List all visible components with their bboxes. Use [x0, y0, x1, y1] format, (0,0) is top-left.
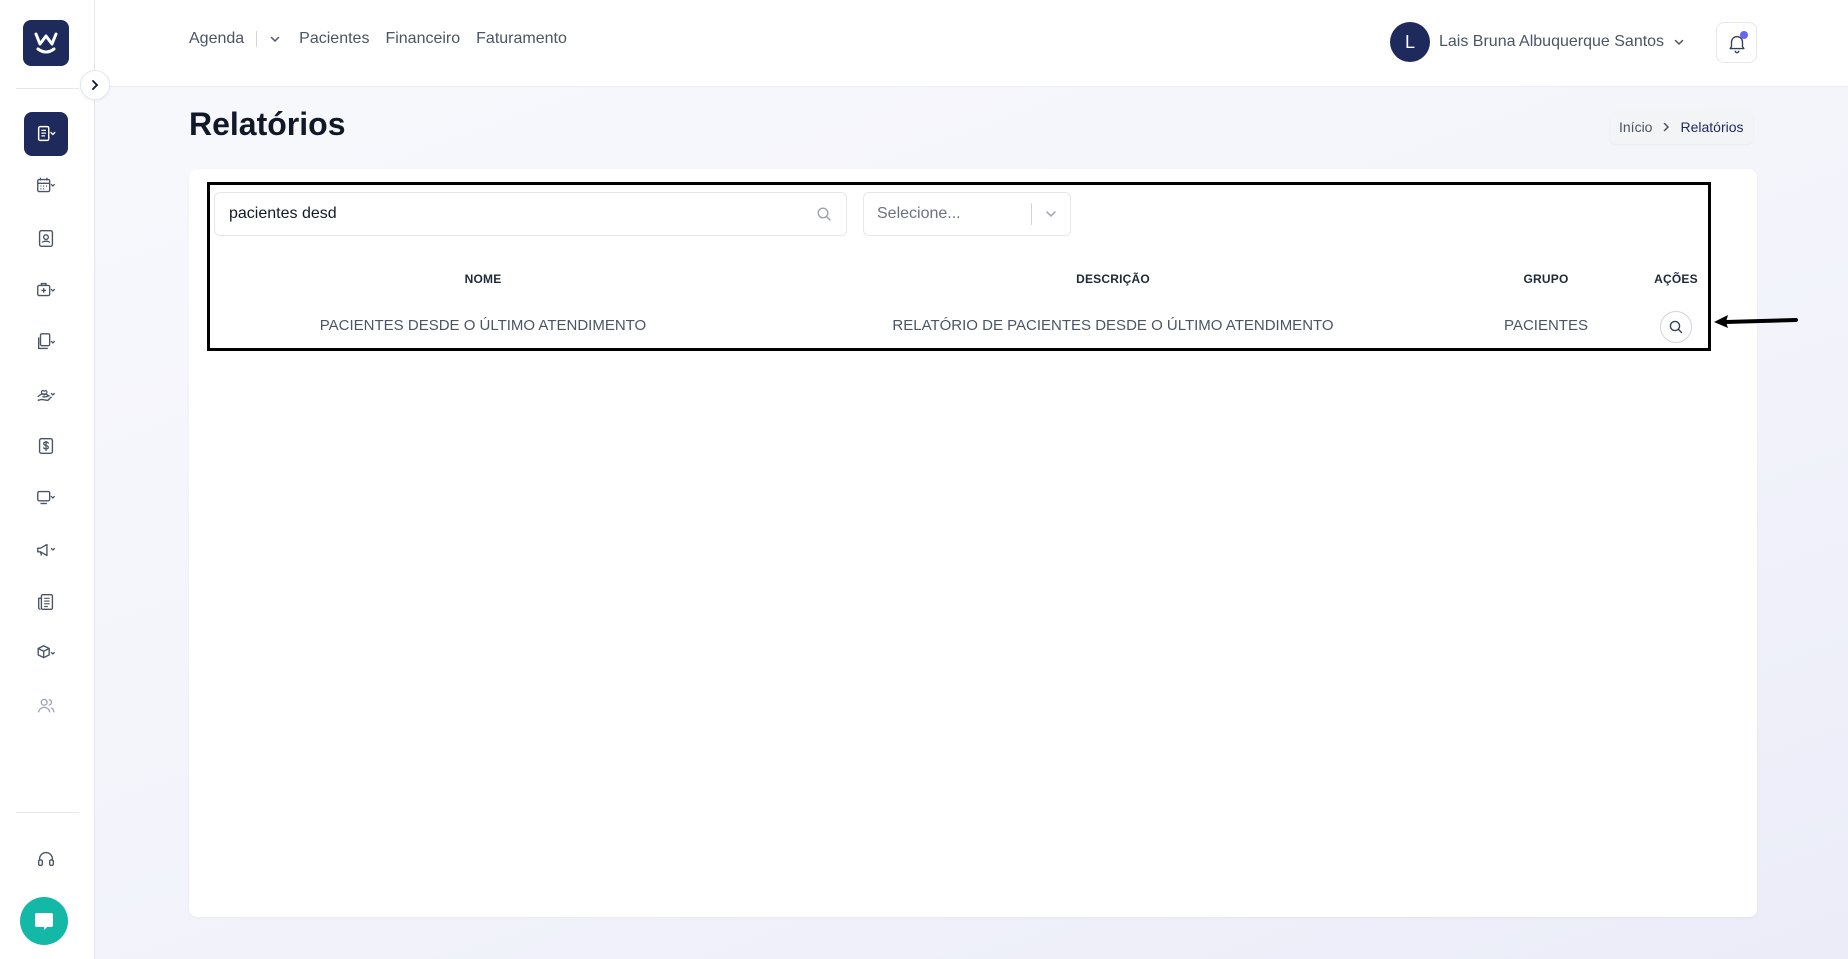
top-header: Agenda Pacientes Financeiro Faturamento …: [95, 0, 1848, 87]
sidebar-divider: [16, 812, 79, 813]
notification-dot: [1740, 31, 1748, 39]
user-menu[interactable]: L Lais Bruna Albuquerque Santos: [1390, 22, 1685, 62]
sidebar-item-finance[interactable]: [24, 424, 68, 468]
newspaper-icon: [37, 593, 54, 611]
sidebar-item-users[interactable]: [24, 684, 68, 728]
page-title: Relatórios: [189, 106, 346, 142]
annotation-arrow-icon: [1714, 315, 1798, 328]
sidebar-item-inventory[interactable]: [24, 632, 68, 676]
nav-separator: [256, 31, 258, 47]
users-icon: [38, 698, 55, 713]
sidebar-expand-button[interactable]: [80, 70, 110, 100]
nav-link-financeiro[interactable]: Financeiro: [385, 30, 460, 48]
hand-heart-icon: [37, 390, 56, 402]
breadcrumb-current: Relatórios: [1680, 119, 1744, 135]
chat-bubble-icon: [35, 913, 53, 930]
annotation-highlight-box: [207, 182, 1711, 351]
megaphone-icon: [37, 543, 56, 557]
breadcrumb: Início Relatórios: [1610, 110, 1753, 144]
agenda-dropdown[interactable]: [269, 33, 281, 45]
sidebar-item-documents[interactable]: [24, 320, 68, 364]
calendar-icon: [37, 177, 56, 193]
notifications-button[interactable]: [1716, 22, 1757, 63]
sidebar-item-calendar[interactable]: [24, 164, 68, 208]
sidebar-item-reports[interactable]: [24, 112, 68, 156]
breadcrumb-home[interactable]: Início: [1619, 119, 1652, 135]
chat-button[interactable]: [20, 897, 68, 945]
medical-bag-icon: [37, 282, 56, 297]
top-nav: Agenda Pacientes Financeiro Faturamento: [189, 30, 567, 48]
sidebar-item-contacts[interactable]: [24, 216, 68, 260]
logo-icon: [34, 32, 58, 54]
box-icon: [37, 645, 56, 659]
nav-link-agenda[interactable]: Agenda: [189, 30, 244, 48]
sidebar-item-news[interactable]: [24, 580, 68, 624]
report-icon: [37, 125, 56, 142]
documents-icon: [37, 333, 56, 350]
headset-icon: [37, 851, 55, 867]
sidebar-item-devices[interactable]: [24, 476, 68, 520]
sidebar-divider: [16, 88, 79, 89]
chevron-right-icon: [92, 80, 99, 90]
chevron-right-icon: [1664, 122, 1670, 132]
sidebar: [0, 0, 95, 959]
chevron-down-icon: [270, 36, 280, 43]
sidebar-item-medical[interactable]: [24, 268, 68, 312]
nav-link-faturamento[interactable]: Faturamento: [476, 30, 567, 48]
contact-card-icon: [38, 229, 54, 247]
user-name: Lais Bruna Albuquerque Santos: [1439, 33, 1665, 50]
sidebar-item-support[interactable]: [24, 837, 68, 881]
monitor-icon: [37, 490, 56, 505]
sidebar-item-marketing[interactable]: [24, 528, 68, 572]
nav-link-pacientes[interactable]: Pacientes: [299, 30, 369, 48]
sidebar-item-procedures[interactable]: [24, 372, 68, 416]
dollar-icon: [38, 437, 54, 455]
app-logo[interactable]: [23, 20, 69, 66]
chevron-down-icon: [1674, 39, 1684, 46]
avatar: L: [1390, 22, 1430, 62]
